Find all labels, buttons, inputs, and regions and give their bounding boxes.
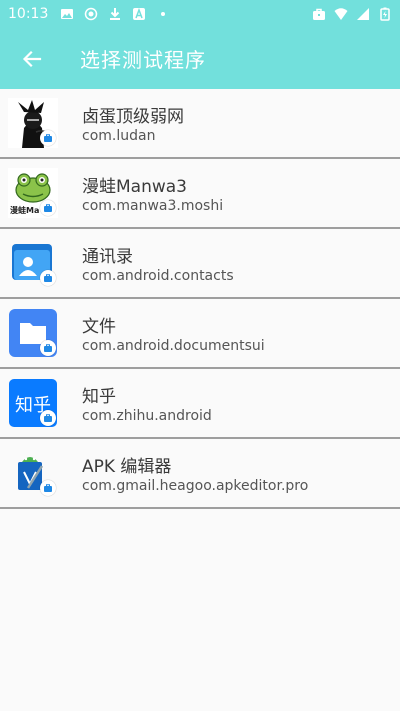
- app-package: com.gmail.heagoo.apkeditor.pro: [82, 478, 309, 494]
- contacts-icon: [8, 238, 58, 288]
- work-badge-icon: [40, 200, 56, 216]
- app-package: com.android.contacts: [82, 268, 234, 284]
- page-title: 选择测试程序: [80, 48, 206, 72]
- app-package: com.zhihu.android: [82, 408, 212, 424]
- app-name: 文件: [82, 317, 116, 337]
- status-right: [312, 7, 392, 21]
- app-package: com.ludan: [82, 128, 156, 144]
- app-package: com.android.documentsui: [82, 338, 265, 354]
- app-list: 卤蛋顶级弱网 com.ludan 漫蛙Ma 漫蛙Manwa3 com.manwa…: [0, 89, 400, 509]
- work-badge-icon: [40, 270, 56, 286]
- ludan-icon: [8, 98, 58, 148]
- work-badge-icon: [40, 130, 56, 146]
- signal-icon: [357, 8, 369, 20]
- work-badge-icon: [40, 340, 56, 356]
- list-item[interactable]: 通讯录 com.android.contacts: [0, 229, 400, 299]
- status-bar: 10:13: [0, 0, 400, 28]
- briefcase-icon: [313, 8, 325, 20]
- download-icon: [110, 8, 121, 20]
- list-item[interactable]: 知乎 知乎 com.zhihu.android: [0, 369, 400, 439]
- image-icon: [61, 9, 74, 19]
- folder-icon: [8, 308, 58, 358]
- battery-icon: [380, 7, 390, 21]
- app-name: APK 编辑器: [82, 457, 172, 477]
- status-left: 10:13: [8, 6, 170, 22]
- list-item[interactable]: 卤蛋顶级弱网 com.ludan: [0, 89, 400, 159]
- list-item[interactable]: 文件 com.android.documentsui: [0, 299, 400, 369]
- arrow-left-icon: [22, 50, 42, 67]
- list-item[interactable]: APK 编辑器 com.gmail.heagoo.apkeditor.pro: [0, 439, 400, 509]
- zhihu-icon: 知乎: [8, 378, 58, 428]
- app-name: 通讯录: [82, 247, 133, 267]
- manwa-frog-icon: 漫蛙Ma: [8, 168, 58, 218]
- app-a-icon: [133, 7, 146, 20]
- work-badge-icon: [40, 410, 56, 426]
- back-button[interactable]: [2, 28, 62, 89]
- app-name: 漫蛙Manwa3: [82, 177, 187, 197]
- app-name: 卤蛋顶级弱网: [82, 107, 184, 127]
- app-bar: 选择测试程序: [0, 28, 400, 89]
- dot-icon: [161, 12, 166, 16]
- app-package: com.manwa3.moshi: [82, 198, 224, 214]
- app-name: 知乎: [82, 387, 116, 407]
- work-badge-icon: [40, 480, 56, 496]
- status-time: 10:13: [8, 6, 49, 22]
- manwa-icon-text: 漫蛙Ma: [10, 205, 39, 215]
- list-item[interactable]: 漫蛙Ma 漫蛙Manwa3 com.manwa3.moshi: [0, 159, 400, 229]
- location-icon: [85, 7, 98, 21]
- wifi-icon: [334, 8, 348, 20]
- apk-editor-icon: [8, 448, 58, 498]
